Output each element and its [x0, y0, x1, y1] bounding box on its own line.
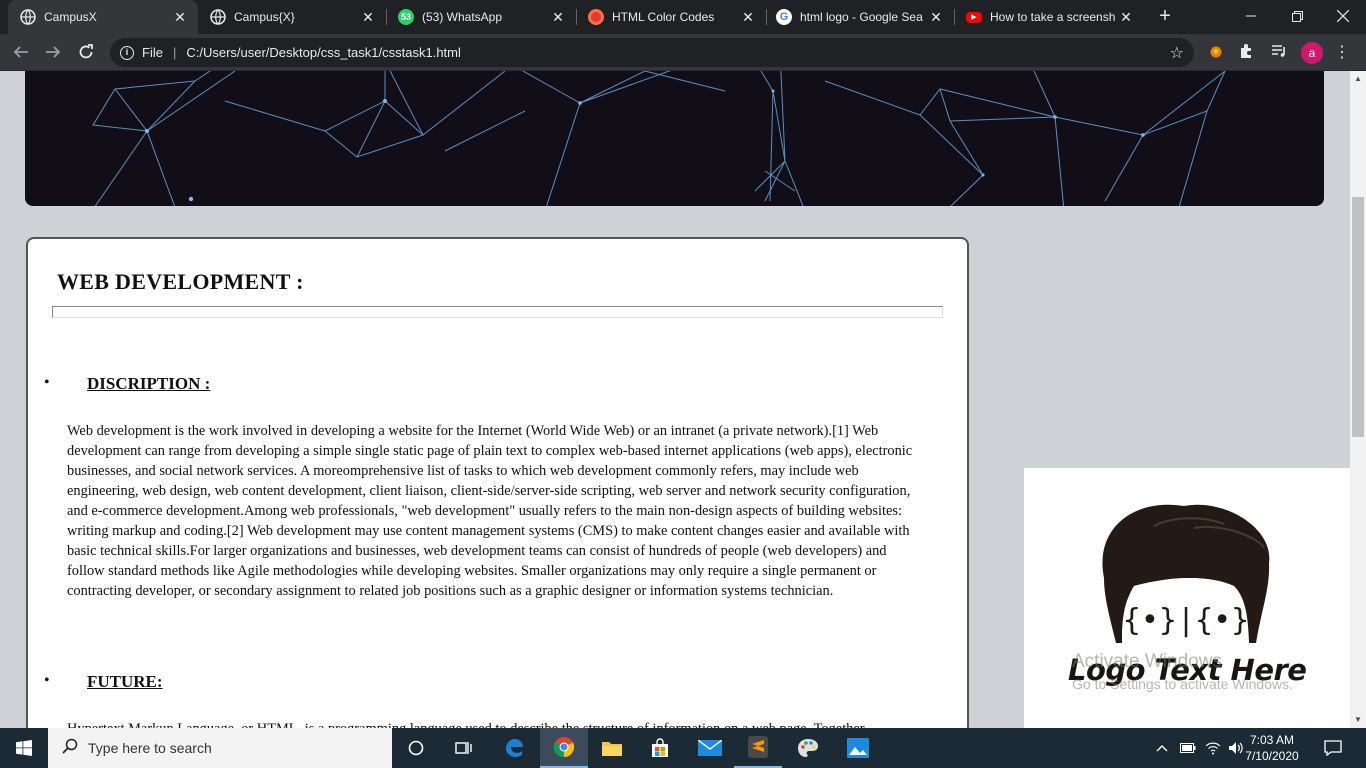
hero-banner — [25, 71, 1324, 206]
tab-title: Campus{X} — [234, 10, 295, 24]
close-icon[interactable]: ✕ — [740, 9, 756, 26]
globe-icon — [210, 9, 226, 25]
activate-windows-hint: Go to Settings to activate Windows. — [1072, 676, 1293, 692]
scroll-down-arrow-icon[interactable]: ▼ — [1350, 712, 1366, 728]
browser-toolbar: i File | C:/Users/user/Desktop/css_task1… — [0, 34, 1366, 71]
close-icon[interactable]: ✕ — [550, 9, 566, 26]
tab-campus-x[interactable]: Campus{X} ✕ — [198, 0, 386, 34]
menu-kebab-icon[interactable]: ⋮ — [1334, 42, 1350, 64]
media-queue-icon[interactable] — [1269, 43, 1289, 63]
google-icon: G — [776, 9, 792, 25]
tab-title: HTML Color Codes — [612, 10, 715, 24]
whatsapp-icon: 53 — [398, 9, 414, 25]
close-window-button[interactable] — [1320, 0, 1366, 32]
battery-icon[interactable] — [1180, 728, 1196, 768]
profile-avatar[interactable]: a — [1301, 42, 1323, 64]
tab-title: html logo - Google Sea — [800, 10, 923, 24]
taskbar-search-input[interactable]: Type here to search — [48, 728, 392, 768]
reload-button[interactable] — [73, 39, 99, 65]
back-button[interactable] — [8, 39, 34, 65]
close-icon[interactable]: ✕ — [172, 9, 188, 26]
tab-title: (53) WhatsApp — [422, 10, 503, 24]
cortana-icon[interactable] — [392, 728, 440, 768]
section-body-description: Web development is the work involved in … — [67, 423, 913, 599]
tab-title: CampusX — [44, 10, 97, 24]
network-lines-graphic — [92, 71, 1226, 206]
extension-icon[interactable] — [1206, 43, 1226, 63]
page-title: WEB DEVELOPMENT : — [57, 269, 304, 294]
windows-start-icon[interactable] — [0, 728, 48, 768]
activate-windows-watermark: Activate Windows — [1072, 651, 1222, 672]
tab-title: How to take a screensh — [990, 10, 1116, 24]
microsoft-store-icon[interactable] — [636, 728, 684, 768]
youtube-icon: ▶ — [966, 11, 982, 23]
color-codes-icon — [588, 9, 604, 25]
address-bar[interactable]: i File | C:/Users/user/Desktop/css_task1… — [110, 38, 1194, 67]
new-tab-button[interactable]: + — [1154, 6, 1176, 28]
section-heading-future: FUTURE: — [87, 672, 163, 691]
info-icon[interactable]: i — [120, 45, 134, 60]
globe-icon — [20, 9, 36, 25]
forward-button[interactable] — [40, 39, 66, 65]
paint-palette-icon[interactable] — [784, 728, 832, 768]
list-bullet: • — [44, 672, 50, 689]
url-text[interactable]: C:/Users/user/Desktop/css_task1/csstask1… — [186, 45, 461, 60]
divider — [52, 306, 943, 318]
tab-youtube[interactable]: ▶ How to take a screensh ✕ — [954, 0, 1144, 34]
file-explorer-icon[interactable] — [588, 728, 636, 768]
section-heading-description: DISCRIPTION : — [87, 374, 211, 393]
close-icon[interactable]: ✕ — [928, 9, 944, 26]
section-body-future: Hypertext Markup Language, or HTML, is a… — [67, 719, 927, 728]
tab-strip: CampusX ✕ Campus{X} ✕ 53 (53) WhatsApp ✕… — [0, 0, 1366, 34]
developer-face-logo: {•}|{•} — [1102, 504, 1270, 643]
tab-campusx[interactable]: CampusX ✕ — [8, 0, 198, 34]
tab-google-search[interactable]: G html logo - Google Sea ✕ — [764, 0, 954, 34]
puzzle-icon[interactable] — [1237, 43, 1257, 63]
content-card: WEB DEVELOPMENT : • DISCRIPTION : Web de… — [26, 237, 969, 728]
protocol-label: File — [142, 45, 163, 60]
windows-taskbar: Type here to search 7:03 AM 7/10/2020 — [0, 728, 1366, 768]
list-bullet: • — [44, 374, 50, 391]
edge-browser-icon[interactable] — [490, 728, 538, 768]
chrome-taskbar-icon[interactable] — [540, 728, 588, 768]
system-clock[interactable]: 7:03 AM 7/10/2020 — [1240, 732, 1304, 764]
search-placeholder: Type here to search — [88, 740, 212, 756]
page-viewport: WEB DEVELOPMENT : • DISCRIPTION : Web de… — [0, 71, 1350, 728]
mail-icon[interactable] — [686, 728, 734, 768]
restore-button[interactable] — [1274, 0, 1320, 32]
tray-chevron-icon[interactable] — [1156, 728, 1168, 768]
logo-face-text: {•}|{•} — [1123, 603, 1249, 638]
vertical-scrollbar[interactable]: ▲ ▼ — [1350, 71, 1366, 728]
close-icon[interactable]: ✕ — [360, 9, 376, 26]
address-divider: | — [172, 45, 177, 60]
photos-icon[interactable] — [834, 728, 882, 768]
tab-whatsapp[interactable]: 53 (53) WhatsApp ✕ — [386, 0, 576, 34]
action-center-icon[interactable] — [1324, 728, 1342, 768]
minimize-button[interactable] — [1228, 0, 1274, 32]
scrollbar-thumb[interactable] — [1352, 197, 1364, 437]
sublime-text-icon[interactable] — [734, 728, 782, 768]
search-icon — [62, 738, 78, 759]
bookmark-star-icon[interactable]: ☆ — [1170, 43, 1184, 63]
close-icon[interactable]: ✕ — [1118, 9, 1134, 26]
clock-time: 7:03 AM — [1249, 733, 1295, 747]
logo-panel: {•}|{•} Logo Text Here Activate Windows … — [1024, 468, 1350, 728]
tab-html-color-codes[interactable]: HTML Color Codes ✕ — [576, 0, 766, 34]
task-view-icon[interactable] — [440, 728, 488, 768]
network-icon[interactable] — [1205, 728, 1221, 768]
clock-date: 7/10/2020 — [1245, 749, 1299, 763]
scroll-up-arrow-icon[interactable]: ▲ — [1350, 71, 1366, 87]
